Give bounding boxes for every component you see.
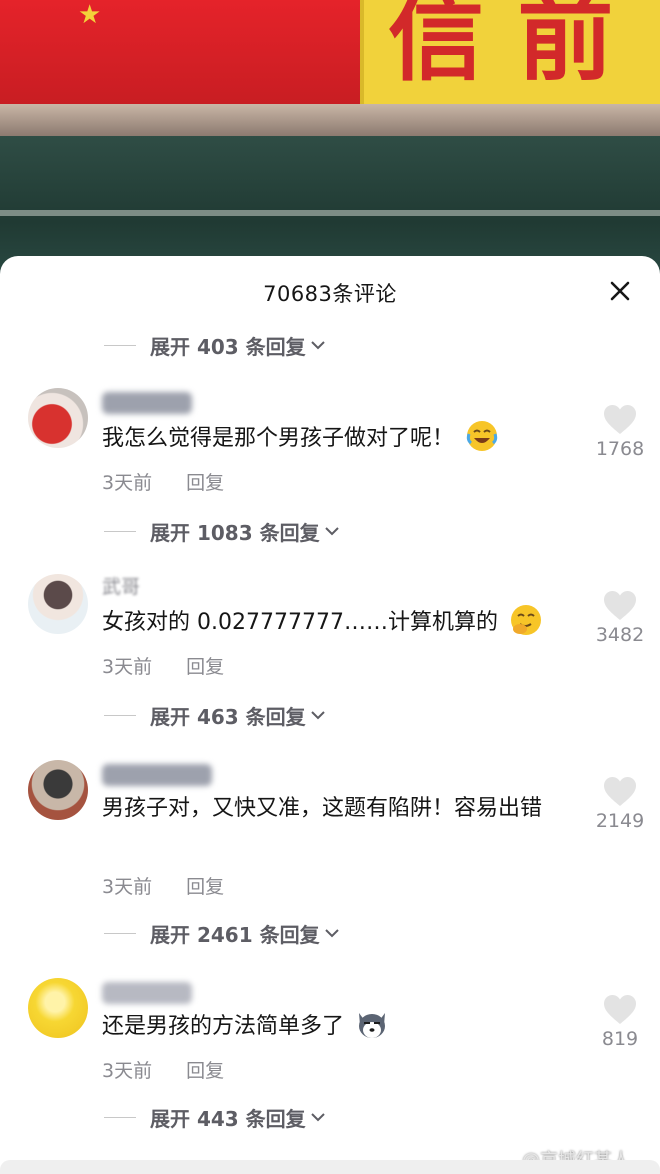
chevron-down-icon <box>310 711 325 720</box>
like-count: 819 <box>601 1028 639 1050</box>
like-button[interactable]: 1768 <box>588 404 652 460</box>
husky-emoji-icon <box>359 1013 386 1038</box>
expand-replies[interactable]: 展开 1083 条回复 <box>104 516 341 546</box>
expand-label: 展开 1083 条回复 <box>150 520 320 545</box>
heart-icon <box>604 777 636 806</box>
like-count: 1768 <box>595 438 645 460</box>
reply-button[interactable]: 回复 <box>186 472 224 494</box>
expand-replies[interactable]: 展开 443 条回复 <box>104 1102 327 1132</box>
like-count: 2149 <box>595 810 645 832</box>
like-button[interactable]: 819 <box>588 994 652 1050</box>
avatar[interactable] <box>28 978 88 1038</box>
rofl-emoji-icon <box>466 421 498 451</box>
username-blurred[interactable] <box>102 764 212 786</box>
expand-label: 展开 403 条回复 <box>150 334 306 359</box>
comment-text-body: 我怎么觉得是那个男孩子做对了呢！ <box>102 426 455 451</box>
username-text: 武哥 <box>102 576 141 598</box>
chevron-down-icon <box>310 1113 325 1122</box>
heart-icon <box>604 591 636 620</box>
comment-text-body: 还是男孩的方法简单多了 <box>102 1014 345 1039</box>
username-blurred[interactable] <box>102 392 192 414</box>
avatar[interactable] <box>28 760 88 820</box>
close-icon <box>610 281 630 301</box>
comment-text-body: 男孩子对，又快又准，这题有陷阱！容易出错 <box>102 796 543 821</box>
close-button[interactable] <box>600 274 640 310</box>
banner-text: 信 前 <box>388 0 614 94</box>
comment-meta: 3天前 回复 <box>102 652 252 679</box>
red-banner <box>0 0 360 108</box>
comment-text: 我怎么觉得是那个男孩子做对了呢！ <box>102 421 572 456</box>
heart-icon <box>604 995 636 1024</box>
comment-meta: 3天前 回复 <box>102 468 252 495</box>
expand-label: 展开 463 条回复 <box>150 704 306 729</box>
comment-time: 3天前 <box>102 472 153 494</box>
star-icon: ★ <box>78 0 102 30</box>
chevron-down-icon <box>310 341 325 350</box>
divider-line <box>104 530 136 532</box>
video-background: ★ 信 前 <box>0 0 660 280</box>
expand-label: 展开 443 条回复 <box>150 1106 306 1131</box>
expand-replies[interactable]: 展开 2461 条回复 <box>104 918 341 948</box>
username-blurred[interactable] <box>102 982 192 1004</box>
like-button[interactable]: 3482 <box>588 590 652 646</box>
reply-button[interactable]: 回复 <box>186 656 224 678</box>
like-count: 3482 <box>595 624 645 646</box>
comment-text-body: 女孩对的 0.027777777……计算机算的 <box>102 610 498 635</box>
divider-line <box>104 714 136 716</box>
expand-label: 展开 2461 条回复 <box>150 922 320 947</box>
comment-sheet: 70683条评论 展开 403 条回复 我怎么觉得是那个男孩子做对了呢！ 3天前 <box>0 256 660 1174</box>
avatar[interactable] <box>28 388 88 448</box>
yellow-banner: 信 前 <box>360 0 660 104</box>
comment-time: 3天前 <box>102 1060 153 1082</box>
comment-time: 3天前 <box>102 876 153 898</box>
divider-line <box>104 932 136 934</box>
comment-meta: 3天前 回复 <box>102 1056 252 1083</box>
comment-text: 还是男孩的方法简单多了 <box>102 1010 572 1044</box>
like-button[interactable]: 2149 <box>588 776 652 832</box>
divider-line <box>104 1116 136 1118</box>
divider-line <box>104 344 136 346</box>
expand-replies[interactable]: 展开 463 条回复 <box>104 700 327 730</box>
chevron-down-icon <box>324 929 339 938</box>
wall-strip <box>0 104 660 136</box>
reply-button[interactable]: 回复 <box>186 876 224 898</box>
comment-time: 3天前 <box>102 656 153 678</box>
reply-button[interactable]: 回复 <box>186 1060 224 1082</box>
heart-icon <box>604 405 636 434</box>
giggle-emoji-icon <box>510 605 541 635</box>
comment-input-bar[interactable] <box>0 1160 660 1174</box>
chalkboard-rail <box>0 210 660 216</box>
comment-text: 女孩对的 0.027777777……计算机算的 <box>102 605 572 640</box>
expand-replies-top[interactable]: 展开 403 条回复 <box>104 330 327 360</box>
avatar[interactable] <box>28 574 88 634</box>
chevron-down-icon <box>324 527 339 536</box>
comment-count-title: 70683条评论 <box>263 282 397 306</box>
comment-meta: 3天前 回复 <box>102 872 252 899</box>
comment-text: 男孩子对，又快又准，这题有陷阱！容易出错 <box>102 792 572 826</box>
